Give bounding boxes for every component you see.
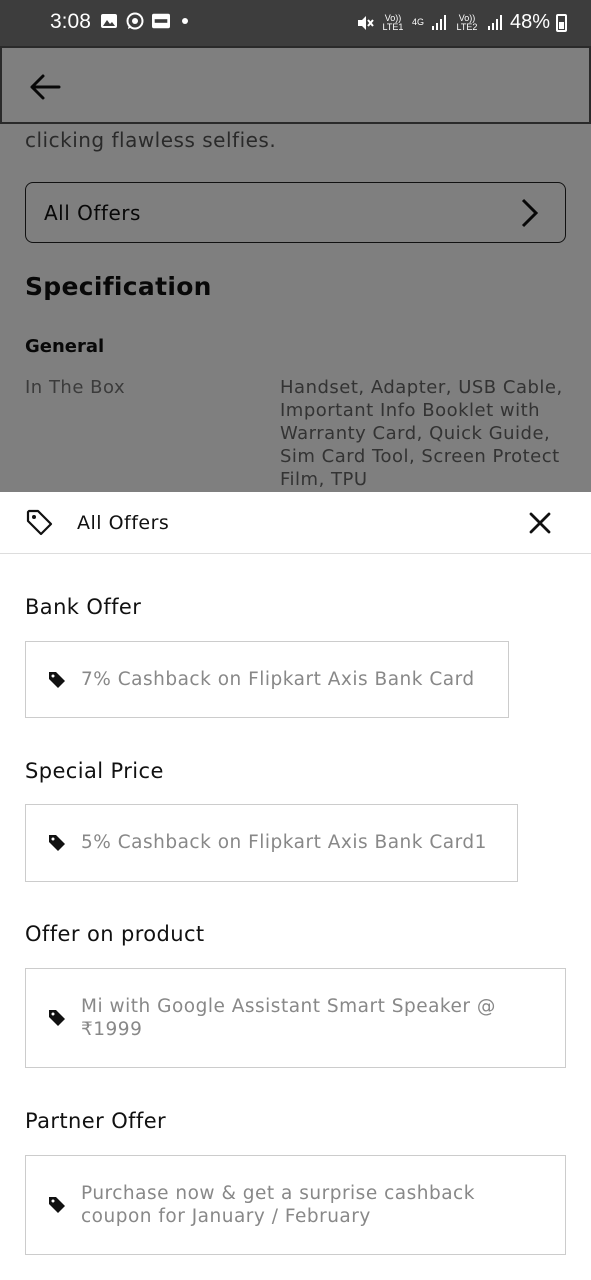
status-time: 3:08 bbox=[50, 10, 91, 33]
battery-percent: 48% bbox=[509, 11, 550, 33]
offer-card[interactable]: 5% Cashback on Flipkart Axis Bank Card1 bbox=[25, 804, 518, 882]
sim2-label: Vo)) LTE2 bbox=[456, 12, 478, 32]
status-left-icons bbox=[100, 12, 188, 30]
offer-card[interactable]: Mi with Google Assistant Smart Speaker @… bbox=[25, 968, 566, 1068]
section-title-partner-offer: Partner Offer bbox=[25, 1109, 167, 1133]
tag-icon bbox=[49, 835, 65, 851]
section-title-offer-on-product: Offer on product bbox=[25, 922, 205, 946]
offer-text: Mi with Google Assistant Smart Speaker @… bbox=[81, 996, 496, 1040]
tag-icon bbox=[49, 1197, 65, 1213]
offer-card[interactable]: 7% Cashback on Flipkart Axis Bank Card bbox=[25, 641, 509, 718]
status-bar: 3:08 Vo)) LTE1 4G Vo)) LTE2 48% bbox=[0, 0, 591, 46]
tag-icon bbox=[49, 1010, 65, 1026]
offer-text: Purchase now & get a surprise cashback c… bbox=[81, 1183, 475, 1227]
whatsapp-icon bbox=[126, 12, 144, 30]
offer-text: 5% Cashback on Flipkart Axis Bank Card1 bbox=[81, 832, 487, 853]
gallery-icon bbox=[101, 14, 117, 28]
signal-icon bbox=[487, 14, 502, 30]
sim1-label: Vo)) LTE1 bbox=[382, 12, 404, 32]
mute-icon bbox=[357, 15, 374, 30]
offer-text: 7% Cashback on Flipkart Axis Bank Card bbox=[81, 669, 475, 690]
battery-icon bbox=[556, 13, 567, 32]
tag-outline-icon bbox=[26, 509, 53, 536]
notification-dot-icon bbox=[182, 18, 188, 24]
sheet-header: All Offers bbox=[0, 492, 591, 554]
section-title-special-price: Special Price bbox=[25, 759, 164, 783]
section-title-bank-offer: Bank Offer bbox=[25, 595, 142, 619]
sheet-title: All Offers bbox=[77, 512, 170, 534]
offer-card[interactable]: Purchase now & get a surprise cashback c… bbox=[25, 1155, 566, 1255]
close-icon[interactable] bbox=[528, 511, 552, 535]
status-right-icons: Vo)) LTE1 4G Vo)) LTE2 48% bbox=[356, 11, 567, 34]
paytm-icon bbox=[152, 13, 170, 29]
network-type: 4G bbox=[411, 17, 424, 27]
modal-scrim[interactable] bbox=[0, 46, 591, 492]
product-page-background: clicking flawless selfies. All Offers Sp… bbox=[0, 46, 591, 492]
tag-icon bbox=[49, 672, 65, 688]
signal-icon bbox=[431, 14, 446, 30]
all-offers-sheet: All Offers Bank Offer 7% Cashback on Fli… bbox=[0, 492, 591, 1280]
